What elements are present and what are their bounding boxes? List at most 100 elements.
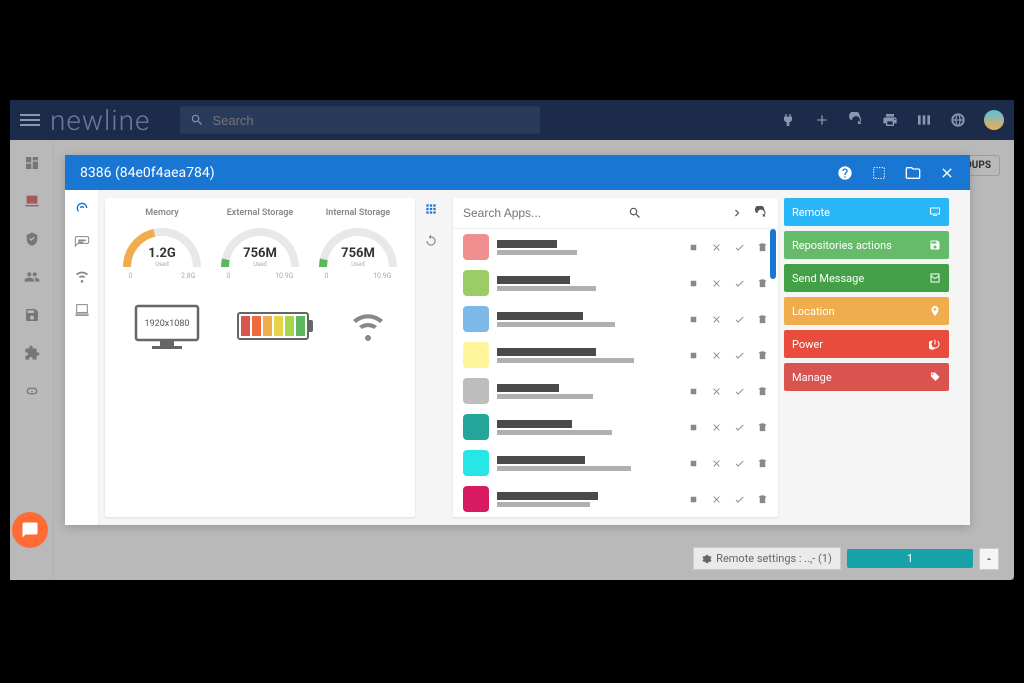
- action-location[interactable]: Location: [784, 297, 949, 325]
- app-swatch: [463, 450, 489, 476]
- check-icon[interactable]: [734, 314, 745, 325]
- globe-icon[interactable]: [950, 112, 966, 128]
- pin-icon: [929, 305, 941, 317]
- stop-icon[interactable]: [688, 422, 699, 433]
- app-row: [453, 409, 778, 445]
- rail-gauge-icon[interactable]: [74, 200, 90, 216]
- close-icon[interactable]: [711, 314, 722, 325]
- select-icon[interactable]: [871, 165, 887, 181]
- app-row: [453, 481, 778, 517]
- remote-settings-label[interactable]: Remote settings : ..,- (1): [693, 547, 841, 570]
- hamburger-icon[interactable]: [20, 114, 40, 126]
- status-card: Memory 1.2GUsed 02.8G External Storage 7…: [105, 198, 415, 517]
- trash-icon[interactable]: [757, 314, 768, 325]
- gauge: Internal Storage 756MUsed 010.9G: [311, 208, 406, 308]
- app-row: [453, 445, 778, 481]
- check-icon[interactable]: [734, 386, 745, 397]
- actions-column: Remote Repositories actions Send Message…: [784, 198, 949, 517]
- app-swatch: [463, 486, 489, 512]
- refresh-icon[interactable]: [848, 112, 864, 128]
- check-icon[interactable]: [734, 422, 745, 433]
- sync-icon[interactable]: [424, 234, 438, 248]
- brand-logo: newline: [50, 104, 150, 137]
- device-modal: 8386 (84e0f4aea784) Memory 1.2GUsed 02.8…: [65, 155, 970, 525]
- close-icon[interactable]: [711, 422, 722, 433]
- svg-text:1920x1080: 1920x1080: [144, 319, 189, 329]
- close-icon[interactable]: [711, 494, 722, 505]
- stop-icon[interactable]: [688, 458, 699, 469]
- gauge: External Storage 756MUsed 010.9G: [213, 208, 308, 308]
- rail-display-icon[interactable]: [74, 302, 90, 318]
- apps-card: [453, 198, 778, 517]
- apps-refresh-icon[interactable]: [754, 206, 768, 220]
- rail-message-icon[interactable]: [74, 234, 90, 250]
- user-avatar[interactable]: [984, 110, 1004, 130]
- save-icon: [929, 239, 941, 251]
- check-icon[interactable]: [734, 350, 745, 361]
- trash-icon[interactable]: [757, 494, 768, 505]
- close-icon[interactable]: [711, 278, 722, 289]
- apps-search-input[interactable]: [463, 206, 618, 220]
- app-row: [453, 229, 778, 265]
- close-icon[interactable]: [711, 386, 722, 397]
- trash-icon[interactable]: [757, 386, 768, 397]
- app-row: [453, 301, 778, 337]
- trash-icon[interactable]: [757, 278, 768, 289]
- task-badge[interactable]: 1: [847, 549, 973, 568]
- stop-icon[interactable]: [688, 314, 699, 325]
- search-icon: [190, 113, 204, 127]
- check-icon[interactable]: [734, 278, 745, 289]
- stop-icon[interactable]: [688, 494, 699, 505]
- action-send message[interactable]: Send Message: [784, 264, 949, 292]
- action-repositories actions[interactable]: Repositories actions: [784, 231, 949, 259]
- search-box[interactable]: [180, 106, 540, 134]
- close-icon[interactable]: [939, 165, 955, 181]
- apps-header: [453, 198, 778, 229]
- scroll-thumb[interactable]: [770, 229, 776, 279]
- expand-up-icon[interactable]: [979, 548, 999, 570]
- app-window: newline OUPS 8386 (84e0f4aea784): [10, 100, 1014, 580]
- modal-title: 8386 (84e0f4aea784): [80, 165, 215, 181]
- check-icon[interactable]: [734, 458, 745, 469]
- check-icon[interactable]: [734, 494, 745, 505]
- print-icon[interactable]: [882, 112, 898, 128]
- check-icon[interactable]: [734, 242, 745, 253]
- app-row: [453, 265, 778, 301]
- help-icon[interactable]: [837, 165, 853, 181]
- modal-header: 8386 (84e0f4aea784): [65, 155, 970, 190]
- app-row: [453, 337, 778, 373]
- chevron-right-icon[interactable]: [730, 206, 744, 220]
- search-input[interactable]: [212, 113, 530, 128]
- chat-bubble[interactable]: [12, 512, 48, 548]
- stop-icon[interactable]: [688, 350, 699, 361]
- close-icon[interactable]: [711, 242, 722, 253]
- trash-icon[interactable]: [757, 350, 768, 361]
- grid-icon[interactable]: [424, 202, 438, 216]
- plug-icon[interactable]: [780, 112, 796, 128]
- app-swatch: [463, 306, 489, 332]
- action-power[interactable]: Power: [784, 330, 949, 358]
- battery-indicator: [237, 312, 313, 340]
- columns-icon[interactable]: [916, 112, 932, 128]
- plus-icon[interactable]: [814, 112, 830, 128]
- stop-icon[interactable]: [688, 386, 699, 397]
- rail-wifi-icon[interactable]: [74, 268, 90, 284]
- monitor-icon: [929, 206, 941, 218]
- bottom-bar: Remote settings : ..,- (1) 1: [693, 547, 999, 570]
- apps-list: [453, 229, 778, 517]
- trash-icon[interactable]: [757, 242, 768, 253]
- gauge: Memory 1.2GUsed 02.8G: [115, 208, 210, 308]
- stop-icon[interactable]: [688, 278, 699, 289]
- stop-icon[interactable]: [688, 242, 699, 253]
- top-bar: newline: [10, 100, 1014, 140]
- apps-search-icon[interactable]: [628, 206, 642, 220]
- action-manage[interactable]: Manage: [784, 363, 949, 391]
- close-icon[interactable]: [711, 458, 722, 469]
- action-remote[interactable]: Remote: [784, 198, 949, 226]
- trash-icon[interactable]: [757, 422, 768, 433]
- apps-rail: [415, 190, 447, 525]
- trash-icon[interactable]: [757, 458, 768, 469]
- close-icon[interactable]: [711, 350, 722, 361]
- folder-icon[interactable]: [905, 165, 921, 181]
- app-row: [453, 373, 778, 409]
